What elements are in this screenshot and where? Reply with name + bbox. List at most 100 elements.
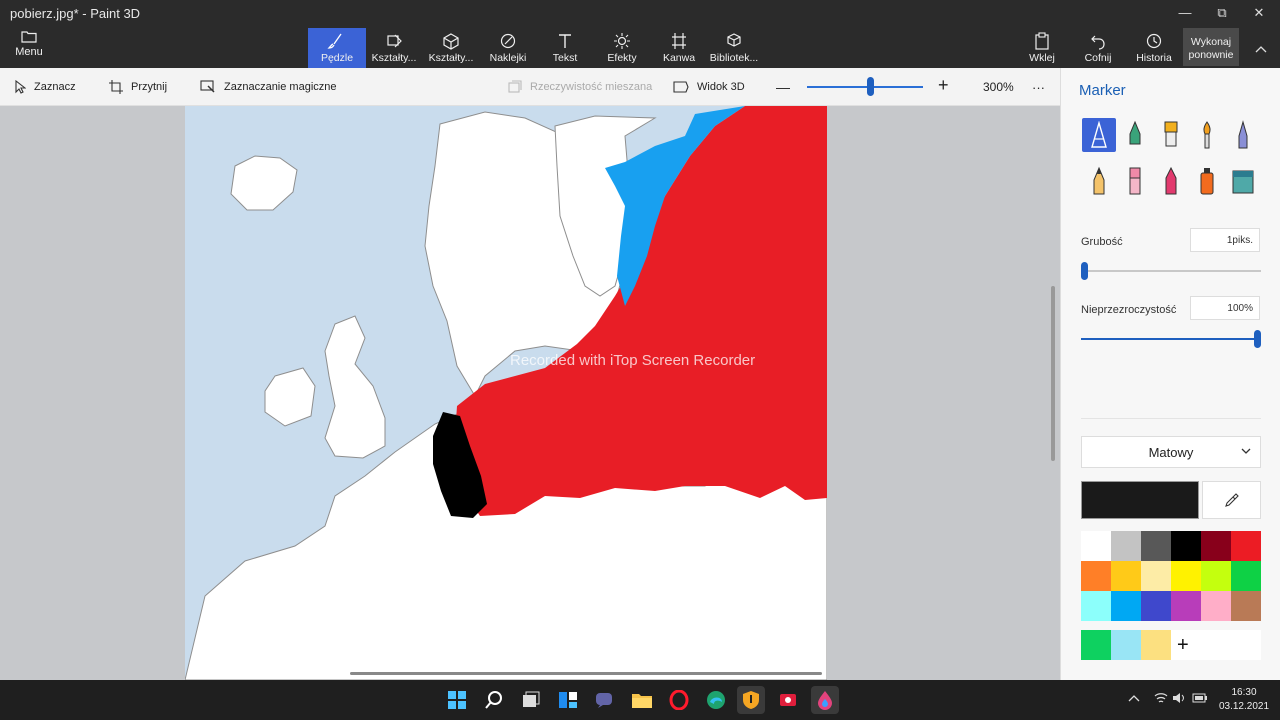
- crayon-brush[interactable]: [1154, 164, 1188, 198]
- color-swatch[interactable]: [1231, 591, 1261, 621]
- close-button[interactable]: ✕: [1240, 2, 1278, 24]
- crop-label: Przytnij: [131, 81, 168, 93]
- add-color-button[interactable]: +: [1171, 630, 1261, 660]
- color-swatch[interactable]: [1141, 531, 1171, 561]
- wifi-icon[interactable]: [1154, 692, 1168, 707]
- task-view-button[interactable]: [517, 686, 545, 714]
- maximize-button[interactable]: ⧉: [1203, 2, 1241, 24]
- tab-2d-shapes[interactable]: Kształty...: [365, 28, 423, 68]
- paint3d-window: pobierz.jpg* - Paint 3D — ⧉ ✕ Menu Pędzl…: [0, 0, 1280, 720]
- vertical-scrollbar[interactable]: [1051, 286, 1055, 461]
- color-swatch[interactable]: [1141, 591, 1171, 621]
- history-button[interactable]: Historia: [1125, 28, 1183, 68]
- tab-effects[interactable]: Efekty: [593, 28, 651, 68]
- pixel-pen-brush[interactable]: [1226, 118, 1260, 152]
- search-button[interactable]: [480, 686, 508, 714]
- pencil-brush[interactable]: [1082, 164, 1116, 198]
- tab-3d-library[interactable]: Bibliotek...: [705, 28, 763, 68]
- color-swatch[interactable]: [1081, 591, 1111, 621]
- zoom-slider-track[interactable]: [807, 86, 923, 88]
- color-swatch[interactable]: [1201, 561, 1231, 591]
- file-explorer-button[interactable]: [628, 686, 656, 714]
- color-swatch[interactable]: [1081, 561, 1111, 591]
- undo-button[interactable]: Cofnij: [1069, 28, 1127, 68]
- color-swatch[interactable]: [1201, 531, 1231, 561]
- opera-button[interactable]: [665, 686, 693, 714]
- color-swatch[interactable]: [1141, 561, 1171, 591]
- zoom-out-button[interactable]: —: [776, 76, 790, 98]
- start-button[interactable]: [443, 686, 471, 714]
- color-swatch[interactable]: [1111, 561, 1141, 591]
- tab-label: Pędzle: [320, 52, 354, 64]
- color-swatch[interactable]: [1231, 561, 1261, 591]
- minimize-button[interactable]: —: [1166, 2, 1204, 24]
- eraser-icon: [1129, 167, 1141, 195]
- color-swatch[interactable]: [1201, 591, 1231, 621]
- color-swatch[interactable]: [1171, 561, 1201, 591]
- tab-brushes[interactable]: Pędzle: [308, 28, 366, 68]
- collapse-ribbon-button[interactable]: [1242, 38, 1280, 60]
- history-label: Historia: [1136, 52, 1172, 64]
- recording-watermark: Recorded with iTop Screen Recorder: [510, 352, 756, 369]
- window-title: pobierz.jpg* - Paint 3D: [10, 6, 141, 21]
- custom-color-swatch[interactable]: [1111, 630, 1141, 660]
- vpn-button[interactable]: [737, 686, 765, 714]
- zoom-in-button[interactable]: +: [938, 74, 949, 96]
- color-swatch[interactable]: [1171, 531, 1201, 561]
- drawing-canvas[interactable]: Recorded with iTop Screen Recorder: [185, 106, 827, 680]
- volume-icon[interactable]: [1172, 692, 1186, 707]
- calligraphy-pen-brush[interactable]: [1118, 118, 1152, 152]
- thickness-slider-track[interactable]: [1081, 270, 1261, 272]
- mixed-reality-button[interactable]: Rzeczywistość mieszana: [508, 76, 652, 98]
- color-swatch[interactable]: [1111, 531, 1141, 561]
- opera-icon: [669, 690, 689, 710]
- color-swatch[interactable]: [1081, 531, 1111, 561]
- menu-button[interactable]: Menu: [8, 30, 50, 64]
- crop-tool[interactable]: Przytnij: [109, 76, 167, 98]
- color-swatch[interactable]: [1171, 591, 1201, 621]
- mixed-reality-label: Rzeczywistość mieszana: [530, 81, 653, 93]
- marker-brush[interactable]: [1082, 118, 1116, 152]
- eraser-brush[interactable]: [1118, 164, 1152, 198]
- paint3d-icon: [818, 691, 832, 710]
- custom-color-swatch[interactable]: [1141, 630, 1171, 660]
- watercolor-brush[interactable]: [1190, 118, 1224, 152]
- thickness-slider-thumb[interactable]: [1081, 262, 1088, 280]
- paint3d-button[interactable]: [811, 686, 839, 714]
- finish-dropdown[interactable]: Matowy: [1081, 436, 1261, 468]
- redo-button[interactable]: Wykonaj ponownie: [1183, 28, 1239, 66]
- current-color[interactable]: [1081, 481, 1199, 519]
- folder-icon: [21, 31, 37, 43]
- view-3d-button[interactable]: Widok 3D: [673, 76, 745, 98]
- spray-can-brush[interactable]: [1190, 164, 1224, 198]
- paste-button[interactable]: Wklej: [1013, 28, 1071, 68]
- custom-color-swatch[interactable]: [1081, 630, 1111, 660]
- magic-select-tool[interactable]: Zaznaczanie magiczne: [200, 76, 337, 98]
- tab-3d-shapes[interactable]: Kształty...: [422, 28, 480, 68]
- fill-bucket-brush[interactable]: [1226, 164, 1260, 198]
- tab-canvas[interactable]: Kanwa: [650, 28, 708, 68]
- screen-recorder-button[interactable]: [774, 686, 802, 714]
- widgets-button[interactable]: [554, 686, 582, 714]
- oil-brush[interactable]: [1154, 118, 1188, 152]
- tab-text[interactable]: Tekst: [536, 28, 594, 68]
- tab-stickers[interactable]: Naklejki: [479, 28, 537, 68]
- clock[interactable]: 16:30 03.12.2021: [1214, 686, 1274, 714]
- teams-chat-button[interactable]: [591, 686, 619, 714]
- search-icon: [485, 691, 502, 709]
- thickness-input[interactable]: 1piks.: [1190, 228, 1260, 252]
- opacity-slider-thumb[interactable]: [1254, 330, 1261, 348]
- battery-icon[interactable]: [1192, 692, 1208, 707]
- edge-button[interactable]: [702, 686, 730, 714]
- opacity-input[interactable]: 100%: [1190, 296, 1260, 320]
- select-tool[interactable]: Zaznacz: [14, 76, 76, 98]
- marker-icon: [1091, 121, 1107, 148]
- opacity-slider-track[interactable]: [1081, 338, 1261, 340]
- horizontal-scrollbar[interactable]: [350, 672, 822, 675]
- zoom-slider-thumb[interactable]: [867, 77, 874, 96]
- tray-chevron-icon[interactable]: [1128, 692, 1140, 706]
- more-button[interactable]: ···: [1032, 76, 1045, 98]
- color-swatch[interactable]: [1111, 591, 1141, 621]
- color-swatch[interactable]: [1231, 531, 1261, 561]
- eyedropper-button[interactable]: [1202, 481, 1261, 519]
